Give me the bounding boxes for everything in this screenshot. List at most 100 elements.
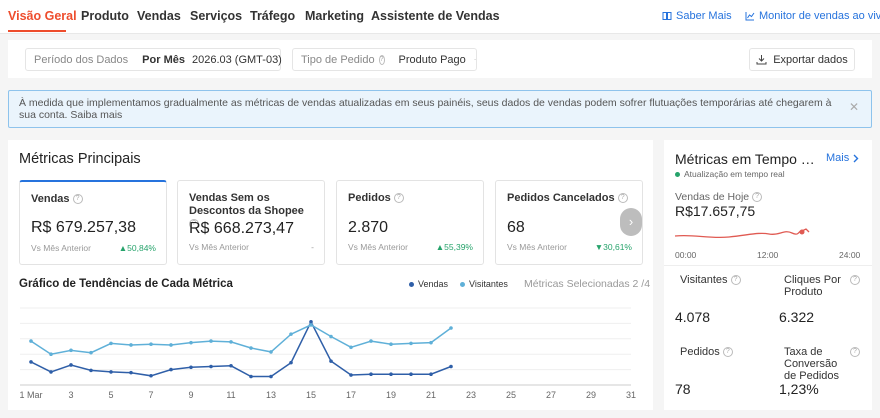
stat-conversao-value: 1,23%	[779, 381, 819, 397]
x-tick-label: 9	[188, 390, 193, 400]
metric-card-title: Pedidos ?	[348, 192, 404, 205]
data-point[interactable]	[429, 372, 433, 377]
x-tick-label: 21	[426, 390, 436, 400]
live-monitor-link[interactable]: Monitor de vendas ao vivo	[745, 10, 880, 22]
data-point[interactable]	[249, 346, 253, 350]
legend-item-visitantes: Visitantes	[460, 279, 508, 289]
metric-card-change: ▲55,39%	[435, 242, 473, 252]
data-point[interactable]	[189, 365, 193, 370]
data-point[interactable]	[189, 340, 193, 345]
data-point[interactable]	[209, 339, 213, 343]
x-tick-label: 11	[226, 390, 235, 400]
notice-banner: À medida que implementamos gradualmente …	[8, 90, 872, 128]
tab-visao-geral[interactable]: Visão Geral	[8, 9, 77, 23]
learn-more-link[interactable]: Saber Mais	[662, 10, 732, 22]
data-point[interactable]	[369, 339, 373, 343]
data-point[interactable]	[129, 370, 133, 375]
data-point[interactable]	[149, 342, 153, 346]
data-point[interactable]	[29, 360, 33, 364]
x-tick-label: 27	[546, 390, 556, 400]
metric-card-value: 68	[507, 219, 525, 236]
data-point[interactable]	[69, 363, 73, 367]
data-point[interactable]	[389, 342, 393, 346]
x-tick-label: 1 Mar	[19, 390, 42, 400]
data-point[interactable]	[329, 334, 333, 339]
today-sales-sparkline	[674, 228, 810, 239]
export-label: Exportar dados	[773, 53, 848, 66]
chevron-right-icon	[853, 154, 859, 162]
data-point[interactable]	[349, 345, 353, 350]
data-point[interactable]	[329, 359, 333, 363]
metric-card-title: Pedidos Cancelados ?	[507, 192, 628, 205]
metric-card-pedidos[interactable]: Pedidos ? 2.870 Vs Mês Anterior ▲55,39%	[336, 180, 484, 265]
x-tick-label: 15	[306, 390, 316, 400]
data-point[interactable]	[249, 374, 253, 379]
data-point[interactable]	[169, 343, 173, 347]
data-point[interactable]	[269, 374, 273, 379]
period-picker[interactable]: Período dos Dados Por Mês 2026.03 (GMT-0…	[25, 48, 282, 71]
data-point[interactable]	[109, 370, 113, 374]
stat-cliques-label: Cliques Por Produto	[784, 274, 841, 298]
data-point[interactable]	[449, 326, 453, 330]
data-point[interactable]	[209, 364, 213, 369]
order-type-select[interactable]: Tipo de Pedido ? Produto Pago	[292, 48, 477, 71]
tab-assistente-de-vendas[interactable]: Assistente de Vendas	[371, 9, 500, 23]
metric-card-value: R$ 679.257,38	[31, 219, 136, 236]
metric-card-title: Vendas ?	[31, 193, 83, 206]
data-point[interactable]	[409, 372, 413, 377]
x-tick-label: 5	[108, 390, 113, 400]
data-point[interactable]	[289, 332, 293, 336]
realtime-tick-2: 24:00	[839, 250, 861, 260]
data-point[interactable]	[429, 340, 433, 345]
stat-cliques-value: 6.322	[779, 309, 815, 325]
data-point[interactable]	[269, 350, 273, 354]
metric-card-vendas[interactable]: Vendas ? R$ 679.257,38 Vs Mês Anterior ▲…	[19, 180, 167, 265]
data-point[interactable]	[29, 339, 33, 343]
data-point[interactable]	[389, 372, 393, 377]
data-point[interactable]	[229, 340, 233, 344]
data-point[interactable]	[369, 372, 373, 377]
data-point[interactable]	[229, 363, 233, 368]
top-navigation: Visão Geral Produto Vendas Serviços Tráf…	[0, 0, 880, 34]
selected-metrics-count[interactable]: Métricas Selecionadas 2 /4	[524, 278, 650, 290]
data-point[interactable]	[109, 341, 113, 346]
tab-vendas[interactable]: Vendas	[137, 9, 181, 23]
x-tick-label: 31	[626, 390, 636, 400]
realtime-more-link[interactable]: Mais	[826, 152, 860, 164]
data-point[interactable]	[309, 323, 313, 327]
data-point[interactable]	[129, 343, 133, 347]
data-point[interactable]	[149, 373, 153, 378]
data-point[interactable]	[49, 352, 53, 356]
help-icon: ?	[752, 192, 763, 203]
metric-card-compare: Vs Mês Anterior	[31, 243, 91, 253]
active-tab-indicator	[8, 30, 66, 32]
tab-marketing[interactable]: Marketing	[305, 9, 364, 23]
data-point[interactable]	[409, 341, 413, 346]
data-point[interactable]	[89, 368, 93, 373]
realtime-update-text: Atualização em tempo real	[684, 169, 785, 179]
data-point[interactable]	[289, 360, 293, 365]
chart-monitor-icon	[745, 12, 755, 21]
metric-card-vendas-sem-descontos[interactable]: Vendas Sem os Descontos da Shopee ? R$ 6…	[177, 180, 325, 265]
tab-servicos[interactable]: Serviços	[190, 9, 242, 23]
close-icon[interactable]: ✕	[849, 101, 859, 113]
data-point[interactable]	[309, 320, 313, 324]
data-point[interactable]	[169, 367, 173, 372]
data-point[interactable]	[49, 370, 53, 374]
metric-card-compare: Vs Mês Anterior	[189, 242, 249, 252]
data-point[interactable]	[449, 364, 453, 369]
data-point[interactable]	[89, 350, 93, 355]
chevron-down-icon	[474, 59, 476, 61]
metric-card-change: -	[311, 242, 314, 252]
carousel-next-button[interactable]: ›	[620, 208, 642, 236]
realtime-title: Métricas em Tempo Real	[675, 151, 823, 167]
help-icon: ?	[378, 54, 385, 65]
realtime-more-label: Mais	[826, 152, 850, 164]
tab-produto[interactable]: Produto	[81, 9, 129, 23]
tab-trafego[interactable]: Tráfego	[250, 9, 295, 23]
data-point[interactable]	[69, 348, 73, 353]
trend-chart: 1 Mar 3 5 7 9 11 13 15 17 19 21 23 25 27 29 31	[19, 307, 636, 400]
export-button[interactable]: Exportar dados	[749, 48, 855, 71]
metric-card-change: ▲50,84%	[118, 243, 156, 253]
data-point[interactable]	[349, 373, 353, 377]
